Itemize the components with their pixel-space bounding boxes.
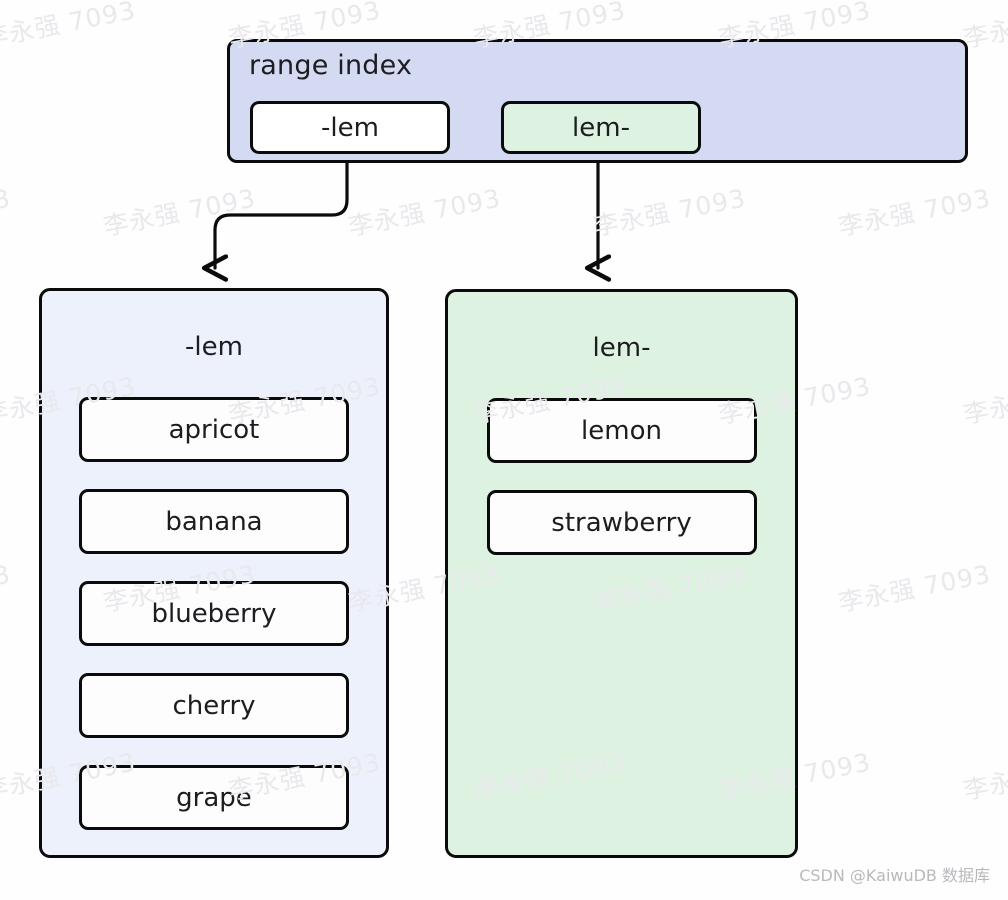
bucket-items-right: lemon strawberry [448, 398, 795, 582]
watermark-text: 李永强 7093 [345, 183, 504, 242]
item-chip[interactable]: blueberry [79, 581, 349, 646]
connector-path-left [215, 161, 349, 268]
watermark-text: 李永强 7093 [0, 559, 14, 617]
item-chip[interactable]: grape [79, 765, 349, 830]
bucket-panel-lem-prefix: -lem apricot banana blueberry cherry grape [39, 288, 389, 858]
bucket-title-left: -lem [185, 332, 243, 362]
watermark-text: 李永强 7093 [590, 183, 749, 242]
item-chip[interactable]: lemon [486, 398, 757, 463]
range-chip-lem-prefix[interactable]: -lem [250, 101, 450, 154]
item-chip[interactable]: apricot [79, 397, 349, 462]
watermark-text: 李永强 7093 [960, 747, 1008, 806]
attribution-label: CSDN @KaiwuDB 数据库 [799, 866, 990, 885]
watermark-text: 李永强 7093 [0, 0, 139, 54]
watermark-text: 李永强 7093 [835, 559, 994, 618]
item-chip[interactable]: banana [79, 489, 349, 554]
diagram-canvas: 李永强 7093 李永强 7093 李永强 7093 李永强 7093 李永强 7093… [0, 0, 1008, 900]
item-chip[interactable]: cherry [79, 673, 349, 738]
watermark-text: 李永强 7093 [835, 183, 994, 242]
bucket-items-left: apricot banana blueberry cherry grape [42, 397, 386, 857]
range-chip-lem-suffix[interactable]: lem- [501, 101, 701, 154]
watermark-text: 李永强 7093 [960, 371, 1008, 430]
bucket-title-right: lem- [592, 333, 651, 363]
watermark-text: 李永强 7093 [0, 183, 14, 241]
range-index-title: range index [249, 50, 413, 81]
bucket-panel-lem-suffix: lem- lemon strawberry [445, 289, 798, 858]
watermark-text: 李永强 7093 [100, 183, 259, 242]
item-chip[interactable]: strawberry [486, 490, 757, 555]
range-index-container: range index -lem lem- [227, 39, 968, 163]
